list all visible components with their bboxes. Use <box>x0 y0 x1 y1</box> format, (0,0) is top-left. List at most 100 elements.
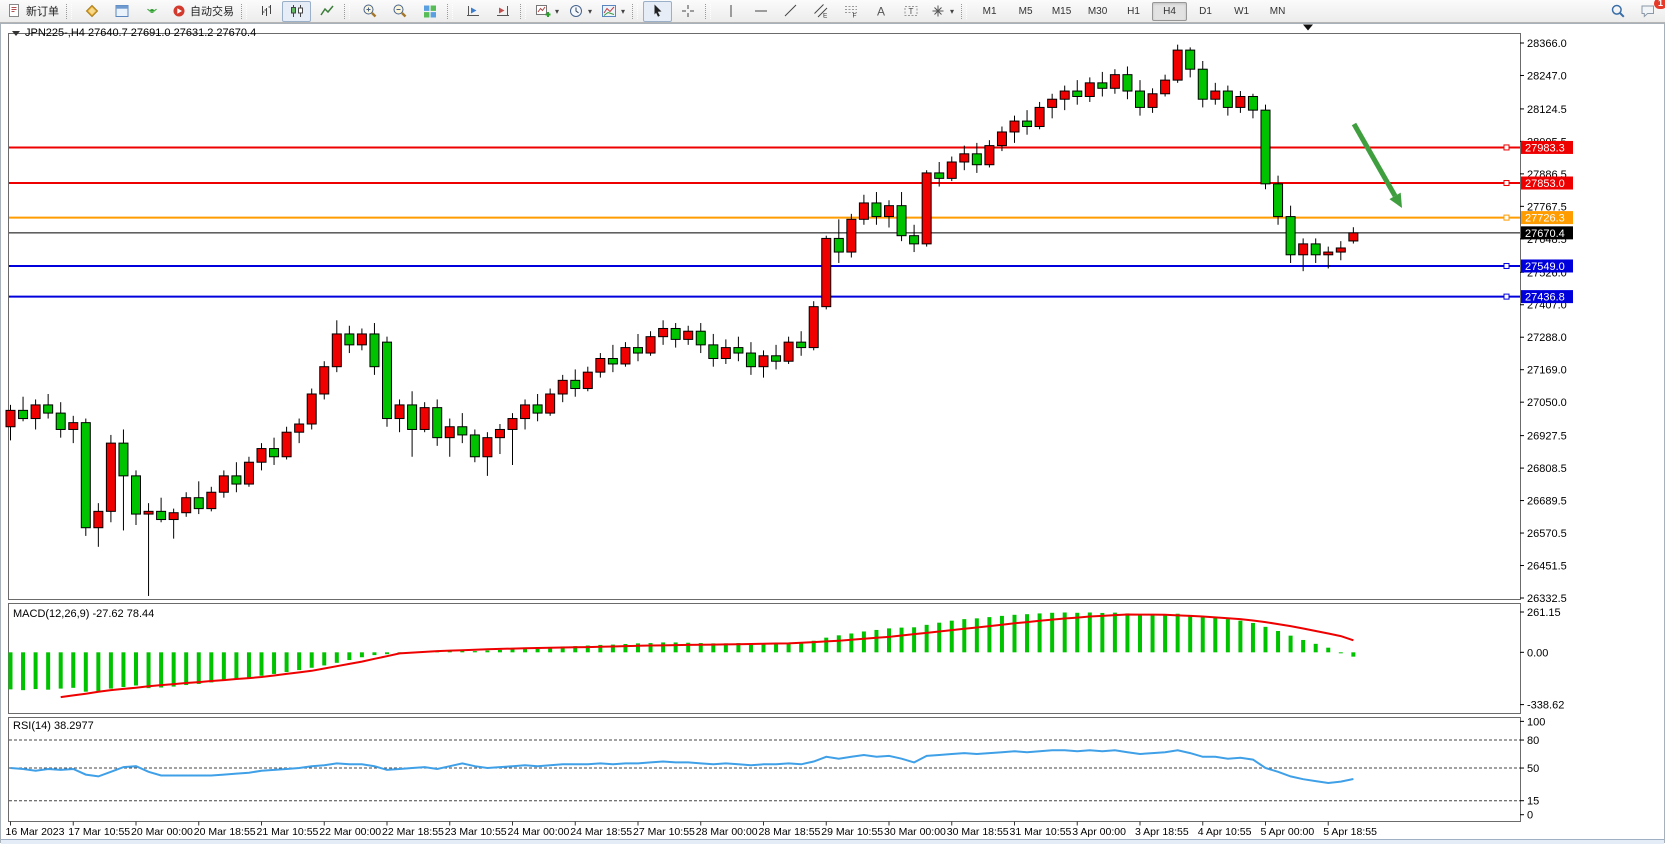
timeframe-w1-button[interactable]: W1 <box>1224 2 1259 21</box>
trendline-button[interactable] <box>776 1 805 22</box>
macd-histogram-bar <box>21 652 25 690</box>
macd-histogram-bar <box>1314 644 1318 652</box>
macd-histogram-bar <box>159 652 163 687</box>
candle <box>31 405 40 419</box>
macd-histogram-bar <box>172 652 176 686</box>
candle <box>219 476 228 492</box>
timeframe-m1-button[interactable]: M1 <box>972 2 1007 21</box>
chat-button[interactable]: 1 <box>1633 1 1662 22</box>
timeframe-m30-button[interactable]: M30 <box>1080 2 1115 21</box>
rsi-tick-label: 80 <box>1527 735 1539 747</box>
search-button[interactable] <box>1603 1 1632 22</box>
macd-histogram-bar <box>1264 627 1268 652</box>
time-tick-label: 31 Mar 10:55 <box>1010 826 1072 838</box>
timeframe-m5-button[interactable]: M5 <box>1008 2 1043 21</box>
templates-button[interactable]: ▾ <box>597 1 629 22</box>
candle <box>420 408 429 430</box>
macd-tick-label: 261.15 <box>1527 607 1561 619</box>
time-tick-label: 28 Mar 00:00 <box>696 826 758 838</box>
timeframe-mn-button[interactable]: MN <box>1260 2 1295 21</box>
price-line-label: 27983.3 <box>1525 142 1565 154</box>
macd-histogram-bar <box>84 652 88 691</box>
chart-canvas[interactable]: 28366.028247.028124.528005.527886.527767… <box>0 0 1665 844</box>
template-icon <box>601 3 617 19</box>
macd-histogram-bar <box>473 651 477 652</box>
candle <box>320 367 329 394</box>
channel-button[interactable]: E <box>806 1 835 22</box>
zoom-out-button[interactable] <box>385 1 414 22</box>
signals-button[interactable] <box>137 1 166 22</box>
macd-histogram-bar <box>272 652 276 674</box>
crosshair-button[interactable] <box>673 1 702 22</box>
cursor-button[interactable] <box>643 1 672 22</box>
price-tick-label: 26451.5 <box>1527 561 1567 573</box>
dropdown-arrow-icon: ▾ <box>950 7 954 16</box>
time-tick-label: 24 Mar 00:00 <box>508 826 570 838</box>
chart-title[interactable]: JPN225-,H4 27640.7 27691.0 27631.2 27670… <box>12 27 256 39</box>
timeframe-d1-button[interactable]: D1 <box>1188 2 1223 21</box>
macd-histogram-bar <box>1226 619 1230 652</box>
candle <box>646 337 655 353</box>
auto-scroll-icon <box>495 3 511 19</box>
main-toolbar: 新订单自动交易▾▾▾EFAT▾M1M5M15M30H1H4D1W1MN1 <box>0 0 1665 23</box>
macd-histogram-bar <box>1088 612 1092 652</box>
zoom-in-button[interactable] <box>355 1 384 22</box>
market-window-button[interactable] <box>107 1 136 22</box>
text-button[interactable]: A <box>866 1 895 22</box>
macd-histogram-bar <box>372 652 376 655</box>
fibonacci-button[interactable]: F <box>836 1 865 22</box>
bar-chart-button[interactable] <box>252 1 281 22</box>
time-tick-label: 24 Mar 18:55 <box>570 826 632 838</box>
shapes-button[interactable]: ▾ <box>926 1 958 22</box>
candle <box>1336 248 1345 252</box>
candle <box>1023 121 1032 126</box>
candle <box>44 405 53 413</box>
auto-trading-button[interactable]: 自动交易 <box>167 1 238 22</box>
horizontal-line-button[interactable] <box>746 1 775 22</box>
candlestick-button[interactable] <box>282 1 311 22</box>
periods-button[interactable]: ▾ <box>564 1 596 22</box>
timeframe-h4-button[interactable]: H4 <box>1152 2 1187 21</box>
macd-histogram-bar <box>96 652 100 691</box>
macd-histogram-bar <box>862 631 866 652</box>
new-order-button[interactable]: 新订单 <box>3 1 63 22</box>
timeframe-m15-button[interactable]: M15 <box>1044 2 1079 21</box>
candle <box>1299 244 1308 255</box>
candle <box>772 356 781 361</box>
candle <box>94 511 103 527</box>
vertical-line-button[interactable] <box>716 1 745 22</box>
toolbar-separator <box>520 4 526 19</box>
candle <box>1173 50 1182 80</box>
time-tick-label: 27 Mar 10:55 <box>633 826 695 838</box>
price-tick-label: 28366.0 <box>1527 38 1567 50</box>
candle <box>571 380 580 388</box>
shapes-icon <box>930 3 946 19</box>
price-tick-label: 28124.5 <box>1527 104 1567 116</box>
timeframe-h1-button[interactable]: H1 <box>1116 2 1151 21</box>
toolbar-separator <box>705 4 711 19</box>
price-line-label: 27670.4 <box>1525 228 1565 240</box>
price-line-label: 27436.8 <box>1525 292 1565 304</box>
candle <box>583 372 592 388</box>
candle <box>6 410 15 426</box>
auto-scroll-button[interactable] <box>488 1 517 22</box>
candle <box>483 438 492 457</box>
tile-windows-button[interactable] <box>415 1 444 22</box>
macd-histogram-bar <box>485 650 489 652</box>
candle <box>558 380 567 394</box>
candle <box>684 331 693 339</box>
gold-button[interactable] <box>77 1 106 22</box>
new-chart-button[interactable]: ▾ <box>531 1 563 22</box>
candle <box>960 154 969 162</box>
time-tick-label: 20 Mar 18:55 <box>194 826 256 838</box>
line-chart-button[interactable] <box>312 1 341 22</box>
chart-shift-button[interactable] <box>458 1 487 22</box>
candle <box>885 206 894 217</box>
candle <box>734 348 743 353</box>
candle <box>19 410 28 418</box>
candle <box>182 498 191 513</box>
candle <box>897 206 906 236</box>
tile-windows-icon <box>422 3 438 19</box>
candle <box>759 356 768 367</box>
label-button[interactable]: T <box>896 1 925 22</box>
